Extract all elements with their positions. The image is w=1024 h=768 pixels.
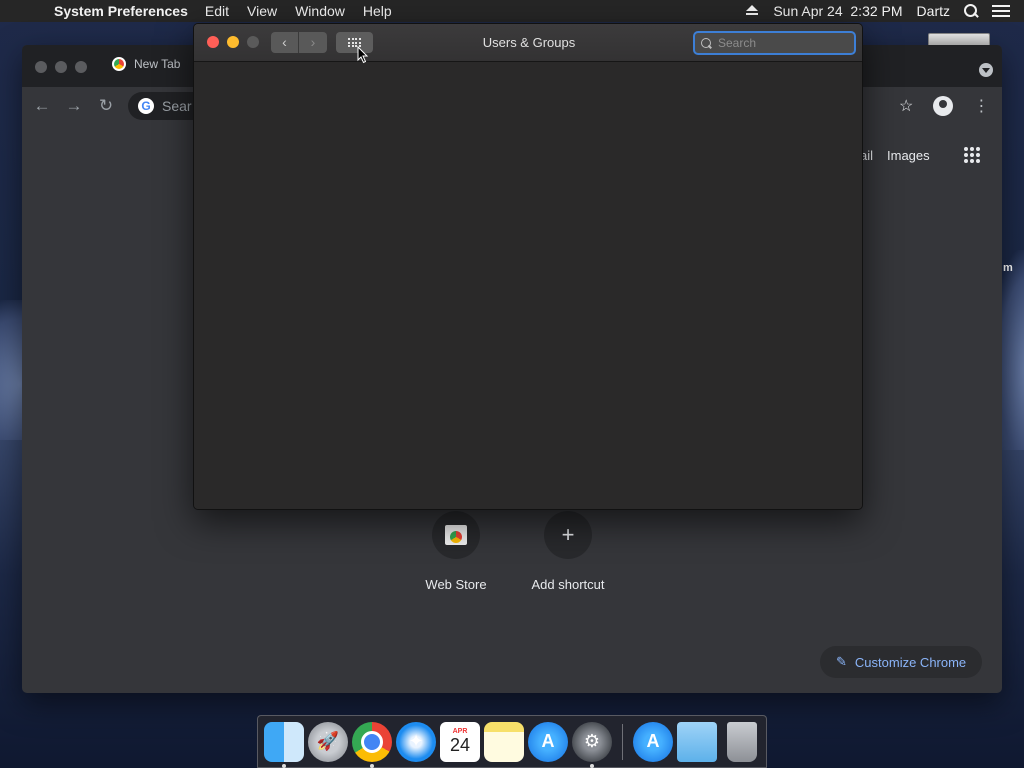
menu-clock[interactable]: Sun Apr 24 2:32 PM (773, 3, 902, 19)
plus-icon: + (544, 511, 592, 559)
pencil-icon: ✎ (836, 654, 847, 669)
menu-edit[interactable]: Edit (205, 3, 229, 19)
sysprefs-toolbar: ‹ › Users & Groups (194, 24, 862, 62)
shortcut-web-store[interactable]: Web Store (401, 511, 511, 592)
safari-icon[interactable]: ✦ (396, 721, 436, 762)
shortcut-add[interactable]: + Add shortcut (513, 511, 623, 592)
sysprefs-search-field[interactable] (693, 31, 856, 55)
forward-arrow-icon[interactable]: → (62, 94, 86, 118)
customize-chrome-label: Customize Chrome (854, 654, 967, 670)
chrome-tab-search-icon[interactable] (979, 63, 993, 77)
chrome-zoom-button[interactable] (75, 61, 87, 73)
menu-app-name[interactable]: System Preferences (54, 3, 188, 19)
calendar-month: APR (452, 727, 468, 735)
notification-center-icon[interactable] (992, 5, 1010, 17)
calendar-day: 24 (449, 734, 471, 755)
chrome-tab[interactable]: New Tab (112, 57, 180, 71)
shortcut-label: Add shortcut (531, 577, 605, 592)
downloads-folder-icon[interactable] (677, 721, 717, 762)
chrome-menu-icon[interactable]: ⋮ (973, 96, 989, 116)
reload-icon[interactable]: ↻ (94, 94, 118, 118)
trash-icon[interactable] (727, 721, 757, 762)
bookmark-star-icon[interactable]: ☆ (899, 96, 913, 116)
spotlight-icon[interactable] (964, 4, 978, 18)
chrome-minimize-button[interactable] (55, 61, 67, 73)
dock: 🚀 ✦ APR 24 A ⚙ A (257, 715, 767, 768)
profile-avatar-icon[interactable] (933, 96, 954, 116)
google-g-icon: G (138, 98, 154, 114)
app-store-download-icon[interactable]: A (633, 721, 673, 762)
chrome-close-button[interactable] (35, 61, 47, 73)
back-arrow-icon[interactable]: ← (30, 94, 54, 118)
system-preferences-window: ‹ › Users & Groups (193, 23, 863, 510)
users-groups-pane (194, 62, 862, 509)
menu-user[interactable]: Dartz (917, 3, 950, 19)
search-input[interactable] (718, 36, 843, 50)
system-preferences-icon[interactable]: ⚙ (572, 721, 612, 768)
desktop-item-label: m (1003, 262, 1013, 274)
chrome-window-controls (35, 61, 87, 73)
customize-chrome-button[interactable]: ✎ Customize Chrome (820, 646, 983, 678)
notes-icon[interactable] (484, 721, 524, 762)
menu-view[interactable]: View (247, 3, 277, 19)
launchpad-icon[interactable]: 🚀 (308, 721, 348, 762)
shortcut-label: Web Store (425, 577, 487, 592)
web-store-icon (432, 511, 480, 559)
mouse-cursor-icon (357, 46, 369, 64)
chrome-tab-title: New Tab (134, 57, 181, 71)
eject-icon[interactable] (745, 5, 759, 17)
menu-help[interactable]: Help (363, 3, 392, 19)
dock-separator (622, 723, 623, 760)
omnibox-placeholder: Sear (162, 98, 192, 114)
google-apps-icon[interactable] (963, 147, 980, 163)
images-link[interactable]: Images (887, 148, 930, 163)
finder-icon[interactable] (264, 721, 304, 768)
chrome-favicon-icon (112, 57, 126, 71)
calendar-icon[interactable]: APR 24 (440, 721, 480, 762)
search-icon (701, 37, 712, 49)
app-store-icon[interactable]: A (528, 721, 568, 762)
menu-bar: System Preferences Edit View Window Help… (0, 0, 1024, 22)
menu-window[interactable]: Window (295, 3, 345, 19)
chrome-toolbar-actions: ☆ ⋮ (877, 87, 1002, 125)
menu-bar-extras: Sun Apr 24 2:32 PM Dartz (745, 0, 1024, 22)
chrome-app-icon[interactable] (352, 721, 392, 768)
google-top-links: ail Images (860, 147, 980, 163)
